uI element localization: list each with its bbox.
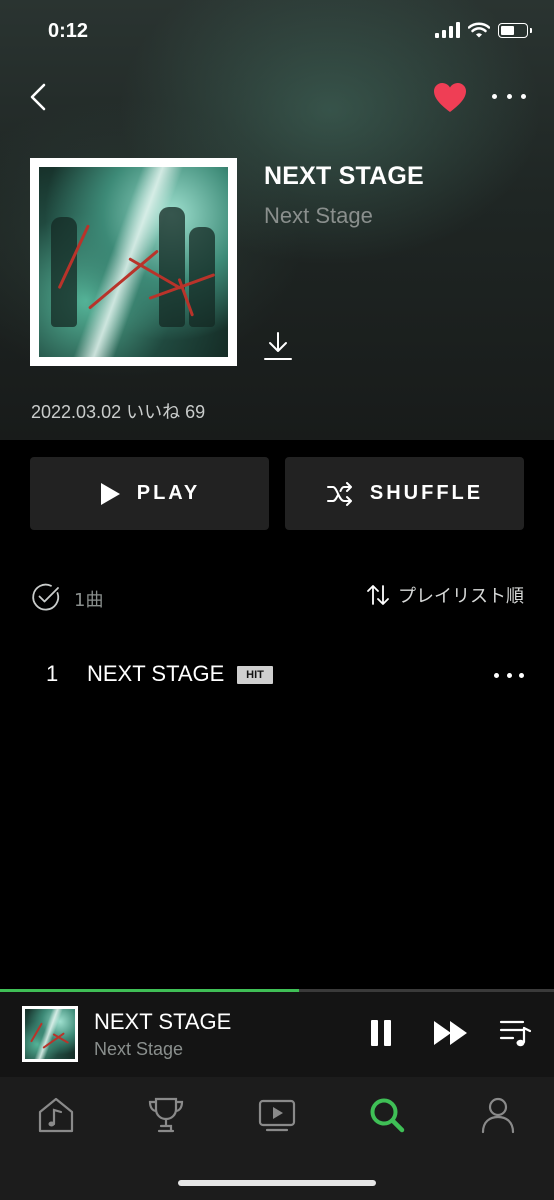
track-number: 1 xyxy=(46,661,59,686)
check-circle-icon xyxy=(32,583,60,611)
track-row[interactable]: 1 NEXT STAGE HIT xyxy=(0,645,554,705)
play-label: PLAY xyxy=(136,482,201,504)
hit-badge: HIT xyxy=(237,666,273,684)
cellular-signal-icon xyxy=(435,22,460,38)
album-cover xyxy=(30,158,237,366)
track-list-toolbar: 1曲 プレイリスト順 xyxy=(0,574,554,618)
status-time: 0:12 xyxy=(48,20,89,42)
track-count: 1曲 xyxy=(74,590,104,611)
fast-forward-icon xyxy=(434,1021,467,1045)
heart-icon xyxy=(434,83,466,112)
sort-arrows-icon xyxy=(367,585,389,605)
shuffle-button[interactable]: SHUFFLE xyxy=(285,457,524,530)
profile-icon xyxy=(481,1097,515,1134)
queue-icon xyxy=(499,1020,532,1047)
tab-search[interactable] xyxy=(367,1095,407,1135)
mini-album-cover[interactable] xyxy=(22,1006,78,1062)
tab-music[interactable] xyxy=(36,1095,76,1135)
mini-player[interactable]: NEXT STAGE Next Stage xyxy=(0,989,554,1077)
status-icons xyxy=(435,22,532,38)
album-title: NEXT STAGE xyxy=(264,162,424,190)
video-play-icon xyxy=(258,1099,296,1132)
search-icon xyxy=(370,1098,405,1133)
pause-icon xyxy=(371,1020,391,1046)
play-button[interactable]: PLAY xyxy=(30,457,269,530)
download-icon xyxy=(264,332,292,360)
queue-button[interactable] xyxy=(497,1016,533,1050)
playback-progress-fill xyxy=(0,989,300,992)
pause-button[interactable] xyxy=(366,1017,396,1049)
battery-level xyxy=(501,25,514,35)
shuffle-icon xyxy=(326,481,352,506)
more-horizontal-icon xyxy=(492,93,497,99)
shuffle-label: SHUFFLE xyxy=(369,482,484,504)
trophy-icon xyxy=(148,1097,184,1133)
battery-icon xyxy=(498,22,532,38)
track-more-button[interactable] xyxy=(494,671,524,679)
favorite-button[interactable] xyxy=(433,82,467,114)
album-release-likes: 2022.03.02 いいね 69 xyxy=(31,402,206,422)
more-options-button[interactable] xyxy=(492,86,526,106)
music-home-icon xyxy=(38,1097,74,1133)
tab-video[interactable] xyxy=(257,1095,297,1135)
sort-order-button[interactable]: プレイリスト順 xyxy=(366,582,524,608)
track-title: NEXT STAGE xyxy=(87,661,225,686)
playback-progress-track xyxy=(0,989,554,992)
album-artwork xyxy=(39,167,228,357)
back-button[interactable] xyxy=(26,82,54,112)
now-playing-artist: Next Stage xyxy=(94,1039,184,1059)
download-button[interactable] xyxy=(262,330,294,362)
wifi-icon xyxy=(468,22,490,38)
home-indicator[interactable] xyxy=(178,1180,376,1186)
now-playing-title: NEXT STAGE xyxy=(94,1009,232,1034)
tab-ranking[interactable] xyxy=(146,1095,186,1135)
select-tracks-button[interactable] xyxy=(31,582,61,612)
chevron-left-icon xyxy=(30,83,46,111)
sort-label: プレイリスト順 xyxy=(398,586,524,607)
status-bar: 0:12 xyxy=(0,0,554,66)
mini-album-artwork xyxy=(25,1009,75,1059)
play-icon xyxy=(100,482,120,505)
tab-profile[interactable] xyxy=(478,1095,518,1135)
album-artist[interactable]: Next Stage xyxy=(264,203,373,229)
more-horizontal-icon xyxy=(494,672,499,678)
fast-forward-button[interactable] xyxy=(431,1017,471,1049)
